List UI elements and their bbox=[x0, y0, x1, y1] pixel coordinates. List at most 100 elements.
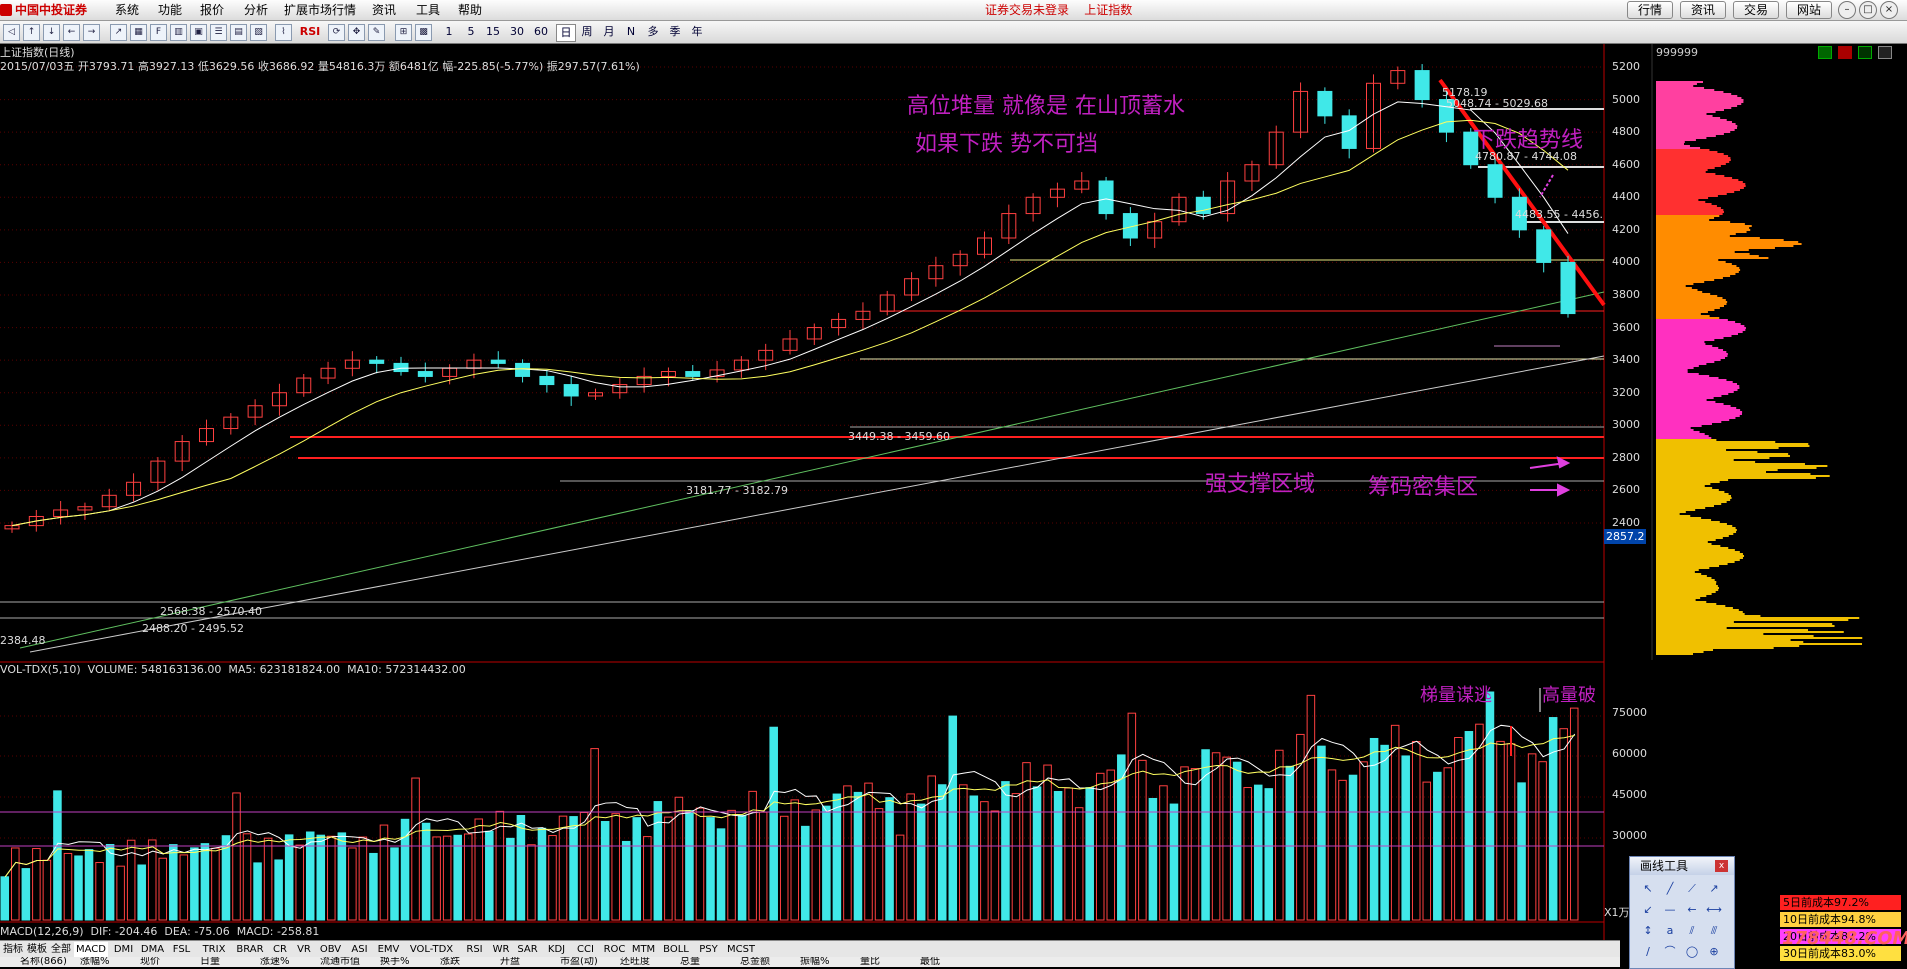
column-header[interactable]: 总金额 bbox=[740, 957, 770, 967]
chip-panel-icon-4[interactable] bbox=[1878, 46, 1892, 59]
column-header[interactable]: 总量 bbox=[680, 957, 700, 967]
chip-panel-icon-2[interactable] bbox=[1838, 46, 1852, 59]
period-day[interactable]: 日 bbox=[556, 24, 576, 42]
menu-analysis[interactable]: 分析 bbox=[244, 2, 268, 18]
column-header[interactable]: 涨跌 bbox=[440, 957, 460, 967]
column-header[interactable]: 开盘 bbox=[500, 957, 520, 967]
menu-extended-market[interactable]: 扩展市场行情 bbox=[284, 2, 356, 18]
segment-icon[interactable]: ╱ bbox=[1662, 881, 1678, 897]
refresh-icon[interactable]: ⟳ bbox=[328, 24, 345, 41]
column-header[interactable]: 涨幅% bbox=[80, 957, 110, 967]
down-icon[interactable]: ↓ bbox=[43, 24, 60, 41]
chip-panel-icon-1[interactable] bbox=[1818, 46, 1832, 59]
tab-mcst[interactable]: MCST bbox=[724, 942, 758, 957]
gann-icon[interactable]: ⊕ bbox=[1706, 944, 1722, 960]
trade-button[interactable]: 交易 bbox=[1733, 1, 1779, 19]
period-1min[interactable]: 1 bbox=[440, 24, 458, 40]
period-multi[interactable]: 多 bbox=[644, 24, 662, 40]
tab-dma[interactable]: DMA bbox=[139, 942, 166, 957]
column-header[interactable]: 量比 bbox=[860, 957, 880, 967]
fs-icon[interactable]: ⊞ bbox=[395, 24, 412, 41]
draw-tool-close-icon[interactable]: x bbox=[1715, 860, 1728, 872]
column-header[interactable]: 市盈(动) bbox=[560, 957, 598, 967]
tab-roc[interactable]: ROC bbox=[601, 942, 628, 957]
rsi-button[interactable]: RSI bbox=[298, 24, 322, 40]
line-chart-icon[interactable]: ↗ bbox=[110, 24, 127, 41]
menu-help[interactable]: 帮助 bbox=[458, 2, 482, 18]
tab-obv[interactable]: OBV bbox=[317, 942, 344, 957]
column-header[interactable]: 涨速% bbox=[260, 957, 290, 967]
tab-asi[interactable]: ASI bbox=[346, 942, 373, 957]
chip-panel-icon-3[interactable] bbox=[1858, 46, 1872, 59]
quote-button[interactable]: 行情 bbox=[1627, 1, 1673, 19]
menu-info[interactable]: 资讯 bbox=[372, 2, 396, 18]
menu-system[interactable]: 系统 bbox=[115, 2, 139, 18]
arrow-line-icon[interactable]: ↙ bbox=[1640, 902, 1656, 918]
column-header[interactable]: 还旺度 bbox=[620, 957, 650, 967]
channel-icon[interactable]: ⫻ bbox=[1706, 923, 1722, 939]
period-15min[interactable]: 15 bbox=[482, 24, 504, 40]
kline-icon[interactable]: ⌇ bbox=[275, 24, 292, 41]
tab-brar[interactable]: BRAR bbox=[233, 942, 267, 957]
minimize-icon[interactable]: – bbox=[1838, 1, 1856, 19]
pencil-icon[interactable]: ✎ bbox=[368, 24, 385, 41]
tab-全部[interactable]: 全部 bbox=[50, 942, 72, 957]
period-60min[interactable]: 60 bbox=[530, 24, 552, 40]
period-month[interactable]: 月 bbox=[600, 24, 618, 40]
hbar-icon[interactable]: ⟷ bbox=[1706, 902, 1722, 918]
bar-chart-icon[interactable]: ▥ bbox=[170, 24, 187, 41]
tab-fsl[interactable]: FSL bbox=[168, 942, 195, 957]
tab-模板[interactable]: 模板 bbox=[26, 942, 48, 957]
period-week[interactable]: 周 bbox=[578, 24, 596, 40]
column-header[interactable]: 日量 bbox=[200, 957, 220, 967]
tab-psy[interactable]: PSY bbox=[695, 942, 722, 957]
tab-wr[interactable]: WR bbox=[490, 942, 512, 957]
column-header[interactable]: 流通市值 bbox=[320, 957, 360, 967]
period-season[interactable]: 季 bbox=[666, 24, 684, 40]
menu-function[interactable]: 功能 bbox=[158, 2, 182, 18]
text-icon[interactable]: a bbox=[1662, 923, 1678, 939]
back-icon[interactable]: ◁ bbox=[3, 24, 20, 41]
ray-icon[interactable]: ↗ bbox=[1706, 881, 1722, 897]
arc-icon[interactable]: ⌒ bbox=[1662, 944, 1678, 960]
tab-rsi[interactable]: RSI bbox=[461, 942, 488, 957]
news-button[interactable]: 资讯 bbox=[1680, 1, 1726, 19]
parallel-icon[interactable]: ⫽ bbox=[1684, 923, 1700, 939]
up-icon[interactable]: ↑ bbox=[23, 24, 40, 41]
hray-icon[interactable]: ← bbox=[1684, 902, 1700, 918]
tab-macd[interactable]: MACD bbox=[74, 942, 108, 957]
period-year[interactable]: 年 bbox=[688, 24, 706, 40]
tab-sar[interactable]: SAR bbox=[514, 942, 541, 957]
column-header[interactable]: 换手% bbox=[380, 957, 410, 967]
column-header[interactable]: 最低 bbox=[920, 957, 940, 967]
window-icon[interactable]: ▣ bbox=[190, 24, 207, 41]
grid-icon[interactable]: ▦ bbox=[130, 24, 147, 41]
period-5min[interactable]: 5 bbox=[462, 24, 480, 40]
tab-指标[interactable]: 指标 bbox=[2, 942, 24, 957]
tab-mtm[interactable]: MTM bbox=[630, 942, 657, 957]
column-header[interactable]: 现价 bbox=[140, 957, 160, 967]
table-icon[interactable]: ▤ bbox=[230, 24, 247, 41]
f10-icon[interactable]: F bbox=[150, 24, 167, 41]
layout-icon[interactable]: ▧ bbox=[250, 24, 267, 41]
restore-icon[interactable]: □ bbox=[1859, 1, 1877, 19]
tab-vr[interactable]: VR bbox=[293, 942, 315, 957]
tab-cci[interactable]: CCI bbox=[572, 942, 599, 957]
tab-dmi[interactable]: DMI bbox=[110, 942, 137, 957]
hline-icon[interactable]: — bbox=[1662, 902, 1678, 918]
period-n[interactable]: N bbox=[622, 24, 640, 40]
column-header[interactable]: 名称(866) bbox=[20, 957, 67, 967]
right-icon[interactable]: → bbox=[83, 24, 100, 41]
left-icon[interactable]: ← bbox=[63, 24, 80, 41]
tab-vol-tdx[interactable]: VOL-TDX bbox=[404, 942, 459, 957]
chip-icon[interactable]: ▩ bbox=[415, 24, 432, 41]
column-header[interactable]: 振幅% bbox=[800, 957, 830, 967]
circle-icon[interactable]: ◯ bbox=[1684, 944, 1700, 960]
website-button[interactable]: 网站 bbox=[1786, 1, 1832, 19]
fib-icon[interactable]: ∕ bbox=[1640, 944, 1656, 960]
tab-emv[interactable]: EMV bbox=[375, 942, 402, 957]
draw-tool-panel[interactable]: 画线工具 x ↖ ╱ ⟋ ↗ ↙ — ← ⟷ ↕ a ⫽ ⫻ ∕ ⌒ ◯ ⊕ bbox=[1629, 856, 1735, 969]
vline-icon[interactable]: ↕ bbox=[1640, 923, 1656, 939]
menu-quote[interactable]: 报价 bbox=[200, 2, 224, 18]
close-icon[interactable]: × bbox=[1880, 1, 1898, 19]
